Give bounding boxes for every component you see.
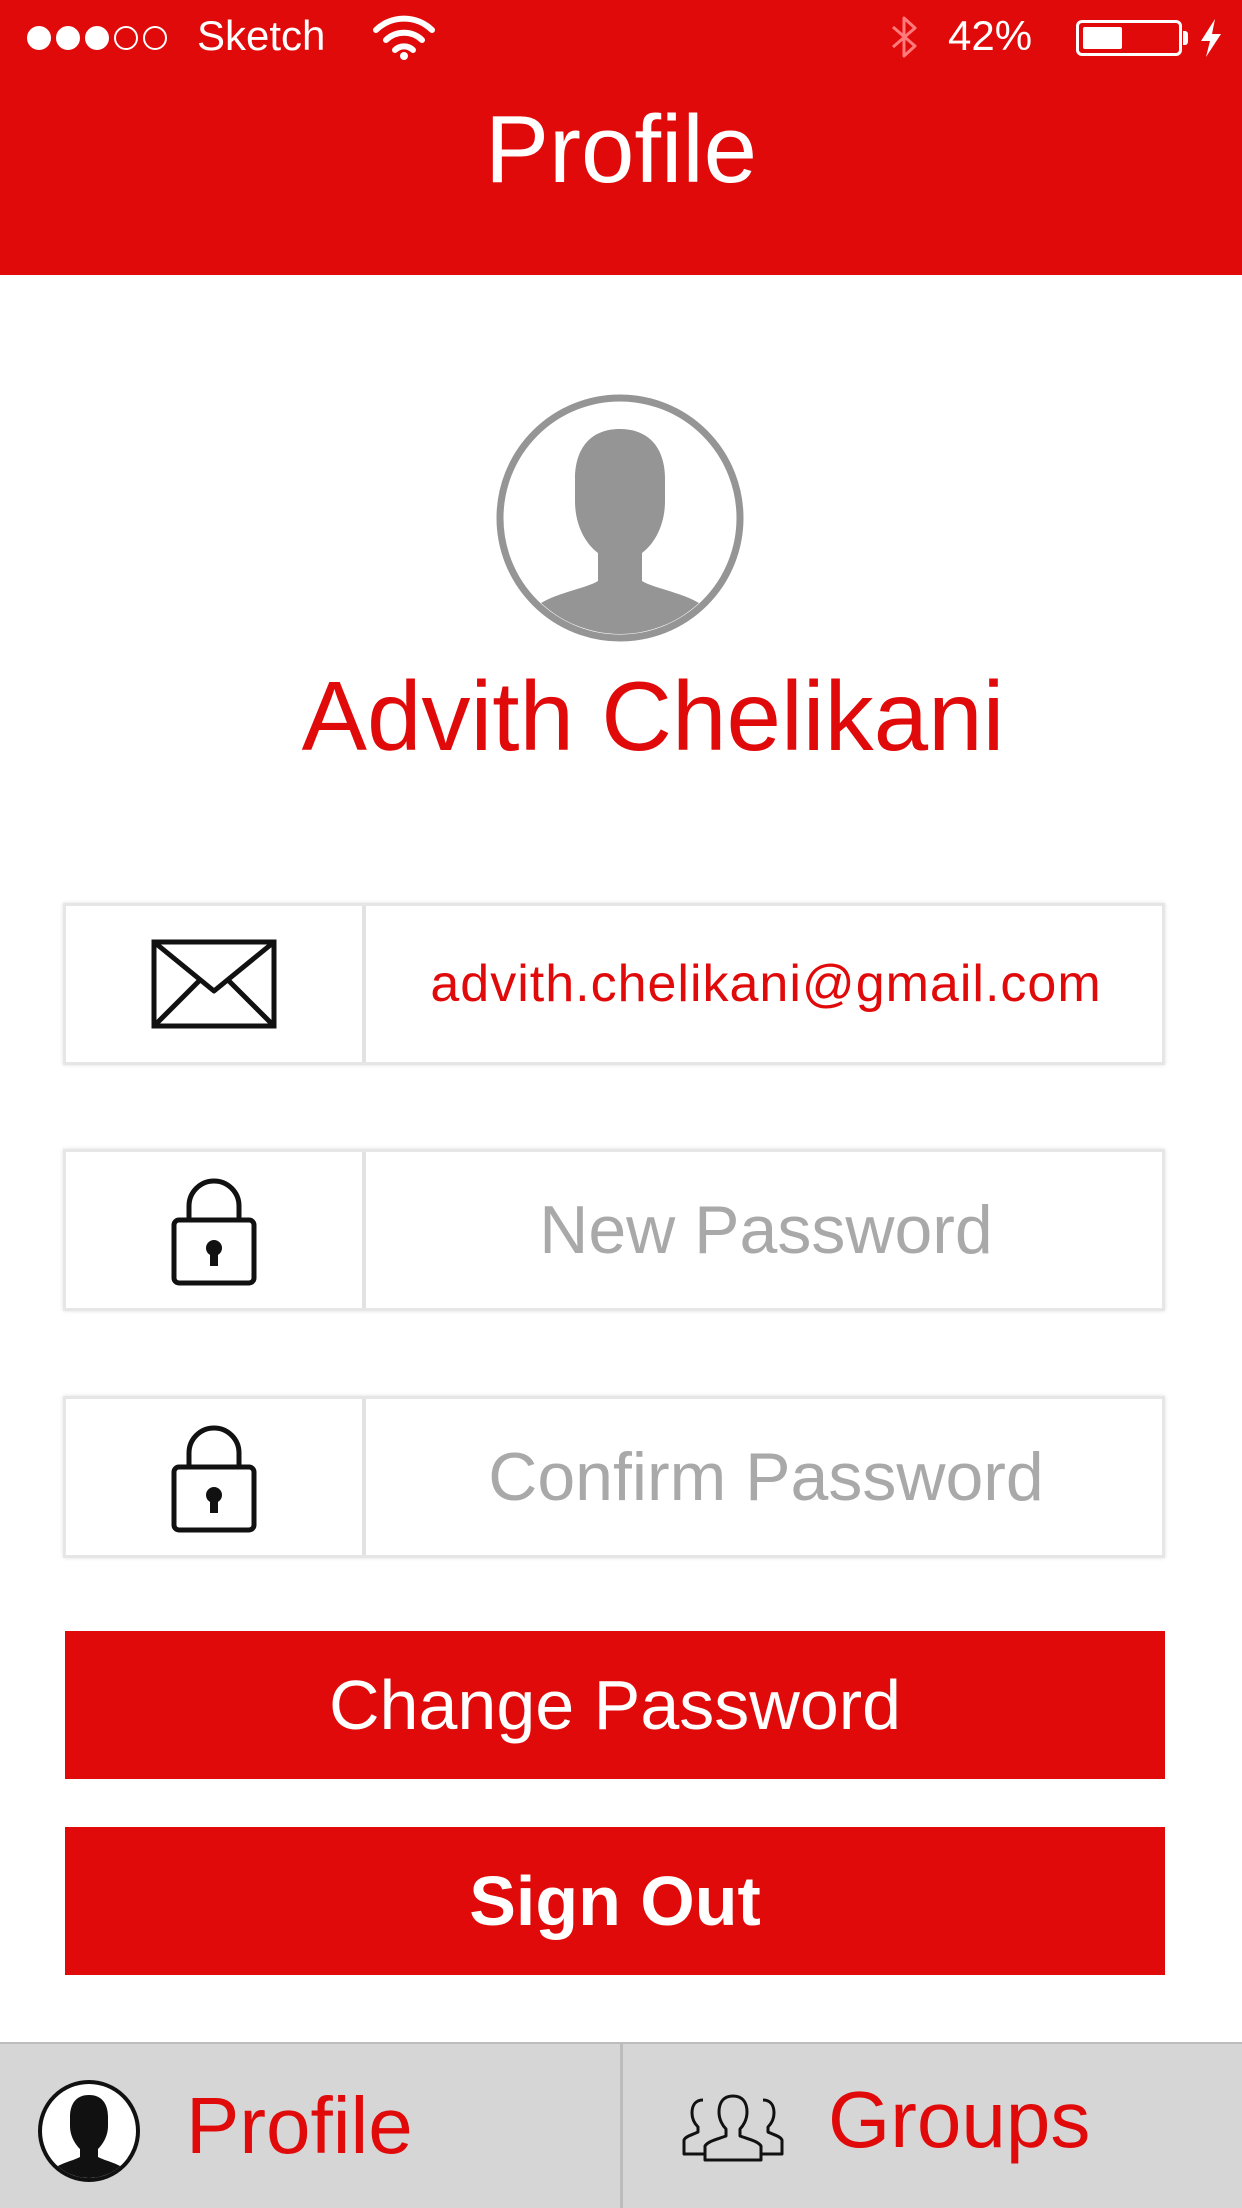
battery-icon bbox=[1076, 20, 1182, 56]
new-password-icon-box bbox=[66, 1152, 366, 1308]
charging-bolt-icon bbox=[1201, 19, 1221, 57]
tab-profile[interactable]: Profile bbox=[0, 2044, 620, 2208]
lock-icon bbox=[171, 1178, 257, 1286]
tab-bar: Profile Groups bbox=[0, 2042, 1242, 2208]
new-password-input-area[interactable] bbox=[370, 1152, 1162, 1308]
envelope-icon bbox=[151, 939, 277, 1029]
battery-tip bbox=[1183, 31, 1188, 45]
confirm-password-input-area[interactable] bbox=[370, 1399, 1162, 1555]
group-icon bbox=[682, 2094, 784, 2162]
confirm-password-field[interactable] bbox=[63, 1396, 1165, 1558]
email-icon-box bbox=[66, 906, 366, 1062]
carrier-name: Sketch bbox=[197, 12, 326, 59]
tab-profile-label: Profile bbox=[186, 2081, 413, 2170]
tab-groups-label: Groups bbox=[828, 2075, 1091, 2164]
new-password-input[interactable] bbox=[370, 1152, 1162, 1308]
wifi-icon bbox=[373, 15, 435, 60]
tab-groups[interactable]: Groups bbox=[620, 2044, 1240, 2208]
page-title: Profile bbox=[484, 96, 758, 203]
battery-percent: 42% bbox=[948, 12, 1033, 59]
email-field[interactable]: advith.chelikani@gmail.com bbox=[63, 903, 1165, 1065]
email-value: advith.chelikani@gmail.com bbox=[430, 955, 1102, 1013]
sign-out-button[interactable]: Sign Out bbox=[65, 1827, 1165, 1975]
confirm-password-icon-box bbox=[66, 1399, 366, 1555]
signal-dots-icon bbox=[27, 26, 167, 50]
person-circle-icon bbox=[38, 2080, 140, 2182]
user-name: Advith Chelikani bbox=[301, 661, 1005, 771]
status-bar: Sketch 42% bbox=[0, 0, 1242, 72]
confirm-password-input[interactable] bbox=[370, 1399, 1162, 1555]
user-silhouette-icon bbox=[496, 394, 744, 642]
header-bar: Sketch 42% Profile bbox=[0, 0, 1242, 275]
email-value-area[interactable]: advith.chelikani@gmail.com bbox=[370, 906, 1162, 1062]
new-password-field[interactable] bbox=[63, 1149, 1165, 1311]
lock-icon bbox=[171, 1425, 257, 1533]
bluetooth-icon bbox=[892, 16, 917, 58]
change-password-button[interactable]: Change Password bbox=[65, 1631, 1165, 1779]
battery-level-fill bbox=[1083, 27, 1122, 49]
